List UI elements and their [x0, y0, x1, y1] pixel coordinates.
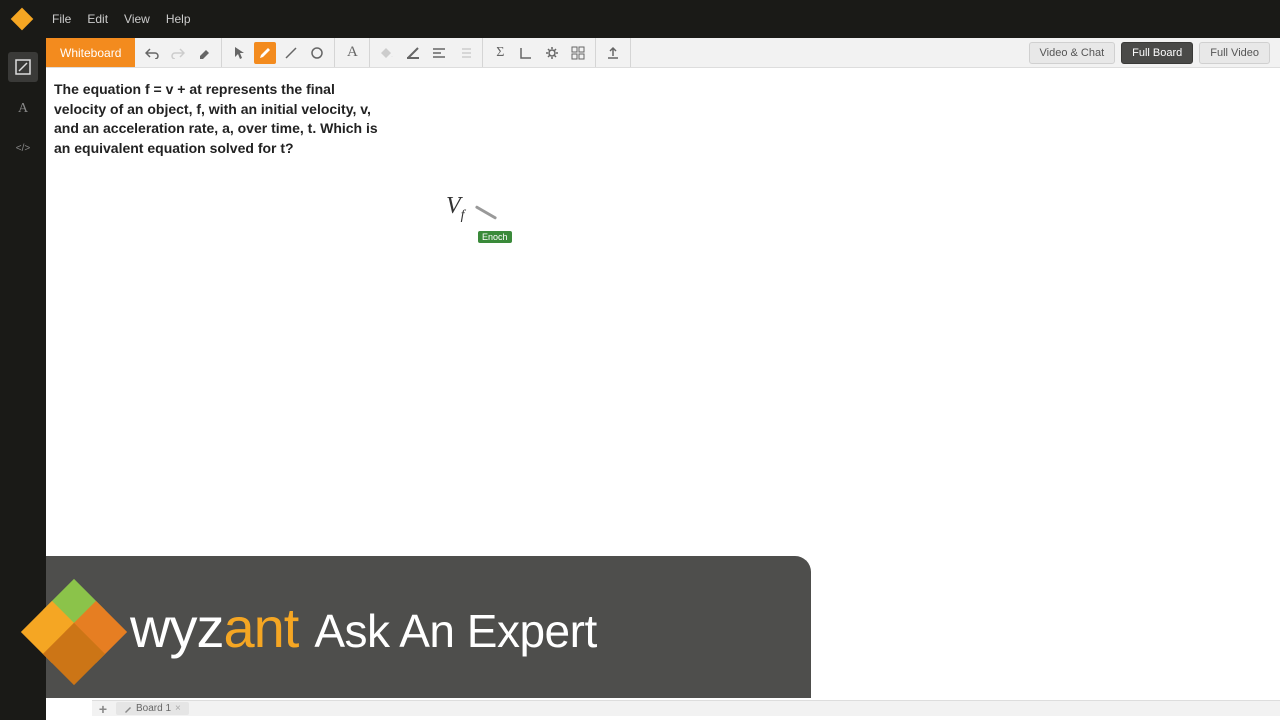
- pointer-icon[interactable]: [228, 42, 250, 64]
- board-tab-1[interactable]: Board 1 ×: [116, 702, 189, 715]
- close-tab-icon[interactable]: ×: [175, 703, 181, 714]
- align-icon[interactable]: [428, 42, 450, 64]
- svg-text:A: A: [18, 101, 29, 115]
- stroke-icon[interactable]: [402, 42, 424, 64]
- full-video-button[interactable]: Full Video: [1199, 42, 1270, 64]
- video-chat-button[interactable]: Video & Chat: [1029, 42, 1116, 64]
- top-menu-bar: File Edit View Help: [0, 0, 1280, 38]
- grid-icon[interactable]: [567, 42, 589, 64]
- undo-icon[interactable]: [141, 42, 163, 64]
- redo-icon[interactable]: [167, 42, 189, 64]
- menu-items: File Edit View Help: [52, 12, 191, 26]
- rail-text-icon[interactable]: A: [8, 92, 38, 122]
- svg-text:</>: </>: [16, 143, 31, 154]
- rail-code-icon[interactable]: </>: [8, 132, 38, 162]
- list-icon[interactable]: [454, 42, 476, 64]
- full-board-button[interactable]: Full Board: [1121, 42, 1193, 64]
- menu-edit[interactable]: Edit: [87, 12, 108, 26]
- pencil-icon[interactable]: [254, 42, 276, 64]
- graph-icon[interactable]: [515, 42, 537, 64]
- app-logo-icon: [10, 7, 34, 31]
- tagline-text: Ask An Expert: [314, 604, 596, 658]
- eraser-icon[interactable]: [193, 42, 215, 64]
- shape-icon[interactable]: [306, 42, 328, 64]
- pencil-trail: [475, 205, 497, 220]
- user-cursor-badge: Enoch: [478, 231, 512, 243]
- fill-icon[interactable]: [376, 42, 398, 64]
- rail-whiteboard-icon[interactable]: [8, 52, 38, 82]
- whiteboard-tab[interactable]: Whiteboard: [46, 38, 135, 67]
- board-tabs-bar: + Board 1 ×: [92, 700, 1280, 716]
- problem-text: The equation f = v + at represents the f…: [54, 80, 384, 158]
- menu-view[interactable]: View: [124, 12, 150, 26]
- handwritten-drawing: Vf Enoch: [446, 193, 465, 224]
- upload-icon[interactable]: [602, 42, 624, 64]
- text-tool-icon[interactable]: A: [341, 42, 363, 64]
- gear-icon[interactable]: [541, 42, 563, 64]
- add-board-button[interactable]: +: [96, 702, 110, 716]
- sigma-icon[interactable]: Σ: [489, 42, 511, 64]
- brand-text: wyzant: [130, 595, 298, 660]
- line-icon[interactable]: [280, 42, 302, 64]
- wyzant-banner: wyzant Ask An Expert: [46, 556, 811, 698]
- wyzant-logo-icon: [30, 588, 116, 674]
- toolbar: Whiteboard A Σ: [46, 38, 1280, 68]
- menu-help[interactable]: Help: [166, 12, 191, 26]
- pencil-small-icon: [124, 705, 132, 713]
- vf-symbol: Vf: [446, 193, 465, 219]
- menu-file[interactable]: File: [52, 12, 71, 26]
